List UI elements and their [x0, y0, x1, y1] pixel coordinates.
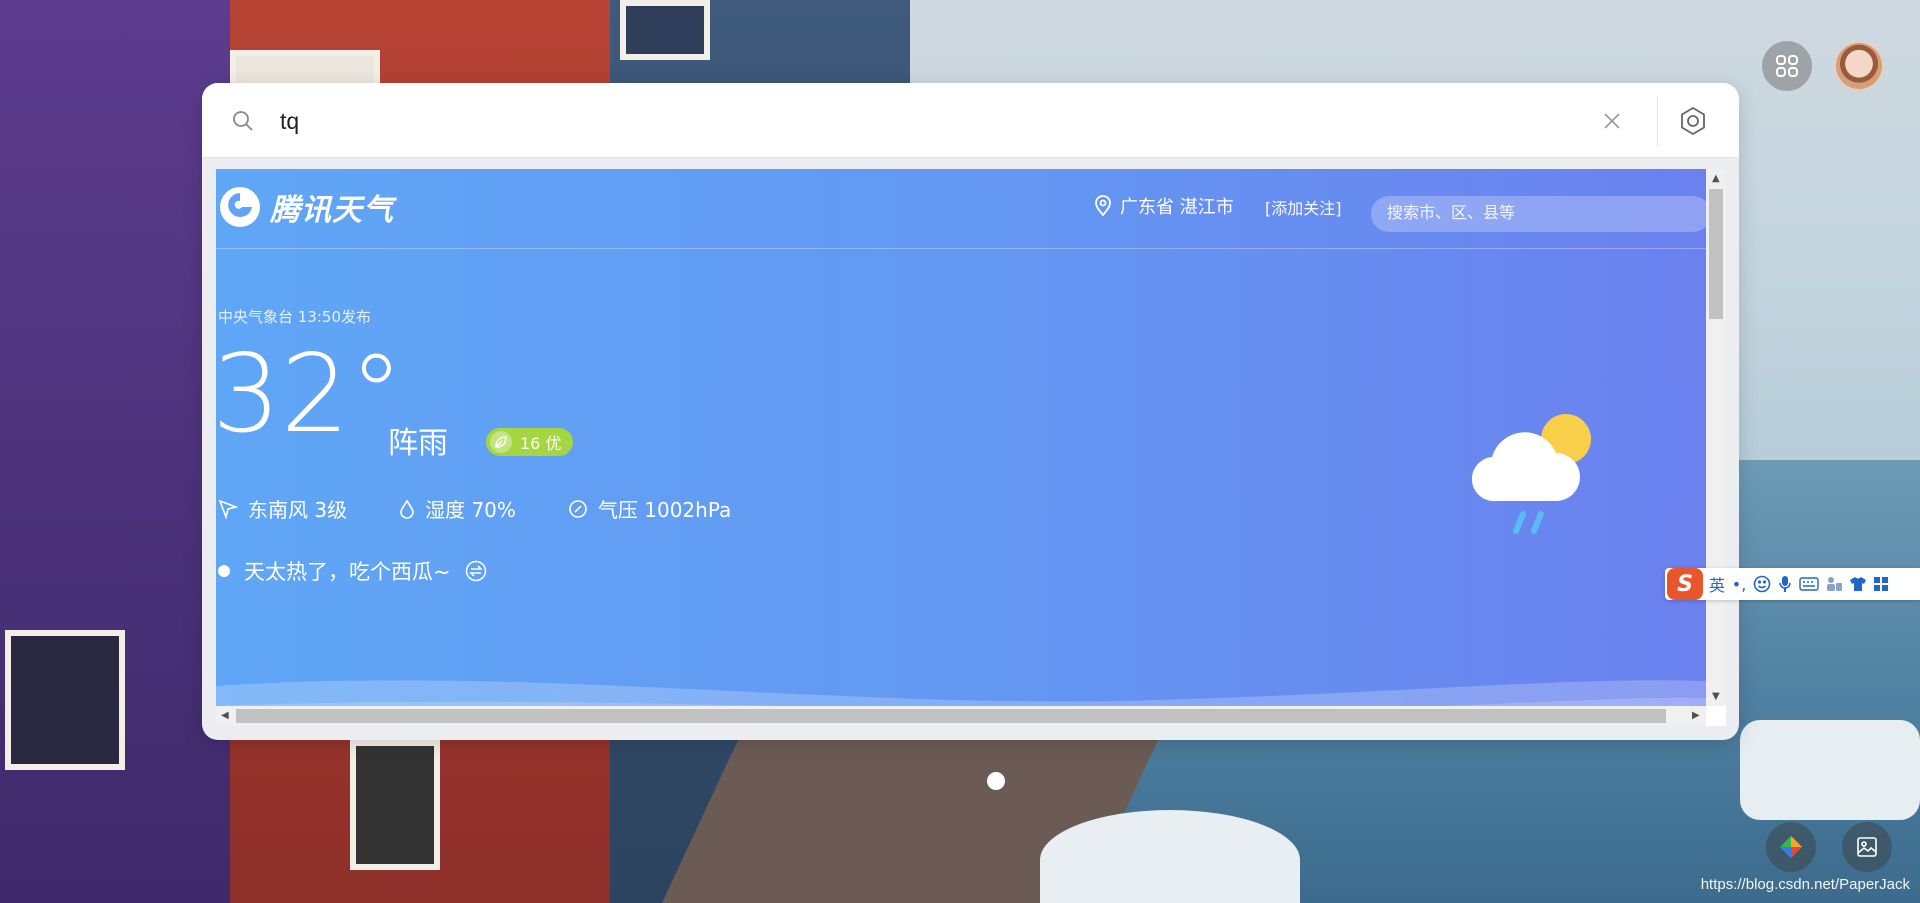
wind-stat: 东南风 3级: [218, 494, 347, 523]
location-pin-icon: [1095, 195, 1111, 217]
weather-condition: 阵雨: [388, 426, 448, 461]
search-panel: 腾讯天气 广东省 湛江市 [添加关注] 中央气象台 13:50发布 32° 阵雨: [202, 83, 1739, 740]
skin-settings-icon[interactable]: [1825, 575, 1843, 593]
scroll-down-arrow[interactable]: ▼: [1712, 692, 1720, 702]
humidity-text: 湿度 70%: [425, 498, 516, 522]
aqi-value: 16 优: [520, 434, 562, 453]
weather-brand: 腾讯天气: [270, 193, 394, 228]
pressure-text: 气压 1002hPa: [597, 498, 732, 522]
weather-header: 腾讯天气 广东省 湛江市 [添加关注]: [216, 169, 1706, 249]
humidity-drop-icon: [400, 499, 414, 519]
scroll-up-arrow[interactable]: ▲: [1712, 174, 1720, 184]
pressure-compass-icon: [569, 499, 587, 518]
weather-location[interactable]: 广东省 湛江市: [1094, 193, 1234, 219]
tip-text: 天太热了，吃个西瓜~: [244, 560, 451, 584]
wallpaper-button[interactable]: [1842, 822, 1892, 872]
weather-wave-decoration: [216, 680, 1706, 706]
emoji-icon[interactable]: [1753, 575, 1771, 593]
theme-color-button[interactable]: [1766, 822, 1816, 872]
weather-stats: 东南风 3级 湿度 70% 气压 1002hPa: [218, 494, 783, 523]
shirt-icon[interactable]: [1849, 576, 1867, 592]
apps-button[interactable]: [1762, 41, 1812, 91]
scroll-left-arrow[interactable]: ◀: [221, 711, 229, 721]
ime-toolbar: S 英 •,: [1665, 568, 1920, 600]
humidity-stat: 湿度 70%: [399, 494, 516, 523]
weather-tip: 天太热了，吃个西瓜~: [218, 556, 487, 586]
pressure-stat: 气压 1002hPa: [568, 494, 731, 523]
search-input[interactable]: [280, 103, 1580, 139]
wind-text: 东南风 3级: [248, 498, 348, 522]
divider: [1657, 96, 1658, 146]
add-follow-link[interactable]: [添加关注]: [1265, 195, 1342, 219]
shower-weather-icon: [1471, 414, 1591, 534]
microphone-icon[interactable]: [1777, 575, 1793, 593]
search-bar: [202, 83, 1739, 158]
search-icon: [233, 111, 253, 131]
horizontal-scroll-thumb[interactable]: [236, 709, 1666, 723]
avatar[interactable]: [1834, 41, 1884, 91]
scroll-right-arrow[interactable]: ▶: [1692, 711, 1700, 721]
weather-frame: 腾讯天气 广东省 湛江市 [添加关注] 中央气象台 13:50发布 32° 阵雨: [216, 169, 1726, 726]
keyboard-icon[interactable]: [1799, 577, 1819, 591]
search-engine-icon[interactable]: [1678, 106, 1708, 136]
sogou-logo[interactable]: S: [1667, 568, 1703, 600]
ime-mode-toggle[interactable]: 英: [1709, 572, 1725, 596]
aqi-badge[interactable]: 16 优: [486, 428, 574, 456]
wind-icon: [218, 499, 238, 519]
weather-logo[interactable]: 腾讯天气: [218, 185, 394, 229]
location-text: 广东省 湛江市: [1120, 197, 1234, 218]
apps-grid-icon: [1776, 55, 1798, 77]
publish-info: 中央气象台 13:50发布: [218, 308, 371, 326]
refresh-swap-icon[interactable]: [465, 560, 487, 582]
color-picker-icon: [1780, 836, 1802, 858]
tencent-weather-logo-icon: [220, 187, 260, 227]
city-search-input[interactable]: [1371, 196, 1706, 232]
temperature: 32°: [216, 332, 404, 457]
page-indicator-dot[interactable]: [987, 772, 1005, 790]
weather-widget: 腾讯天气 广东省 湛江市 [添加关注] 中央气象台 13:50发布 32° 阵雨: [216, 169, 1706, 706]
vertical-scroll-thumb[interactable]: [1709, 189, 1723, 319]
toolbox-grid-icon[interactable]: [1873, 576, 1889, 592]
tip-bullet: [218, 565, 230, 577]
watermark: https://blog.csdn.net/PaperJack: [1700, 876, 1910, 893]
leaf-icon: [490, 431, 512, 453]
vertical-scrollbar[interactable]: ▲ ▼: [1706, 169, 1726, 706]
horizontal-scrollbar[interactable]: ◀ ▶: [216, 706, 1706, 726]
ime-punctuation-toggle[interactable]: •,: [1731, 575, 1747, 594]
close-icon[interactable]: [1600, 109, 1624, 133]
image-icon: [1857, 837, 1877, 857]
